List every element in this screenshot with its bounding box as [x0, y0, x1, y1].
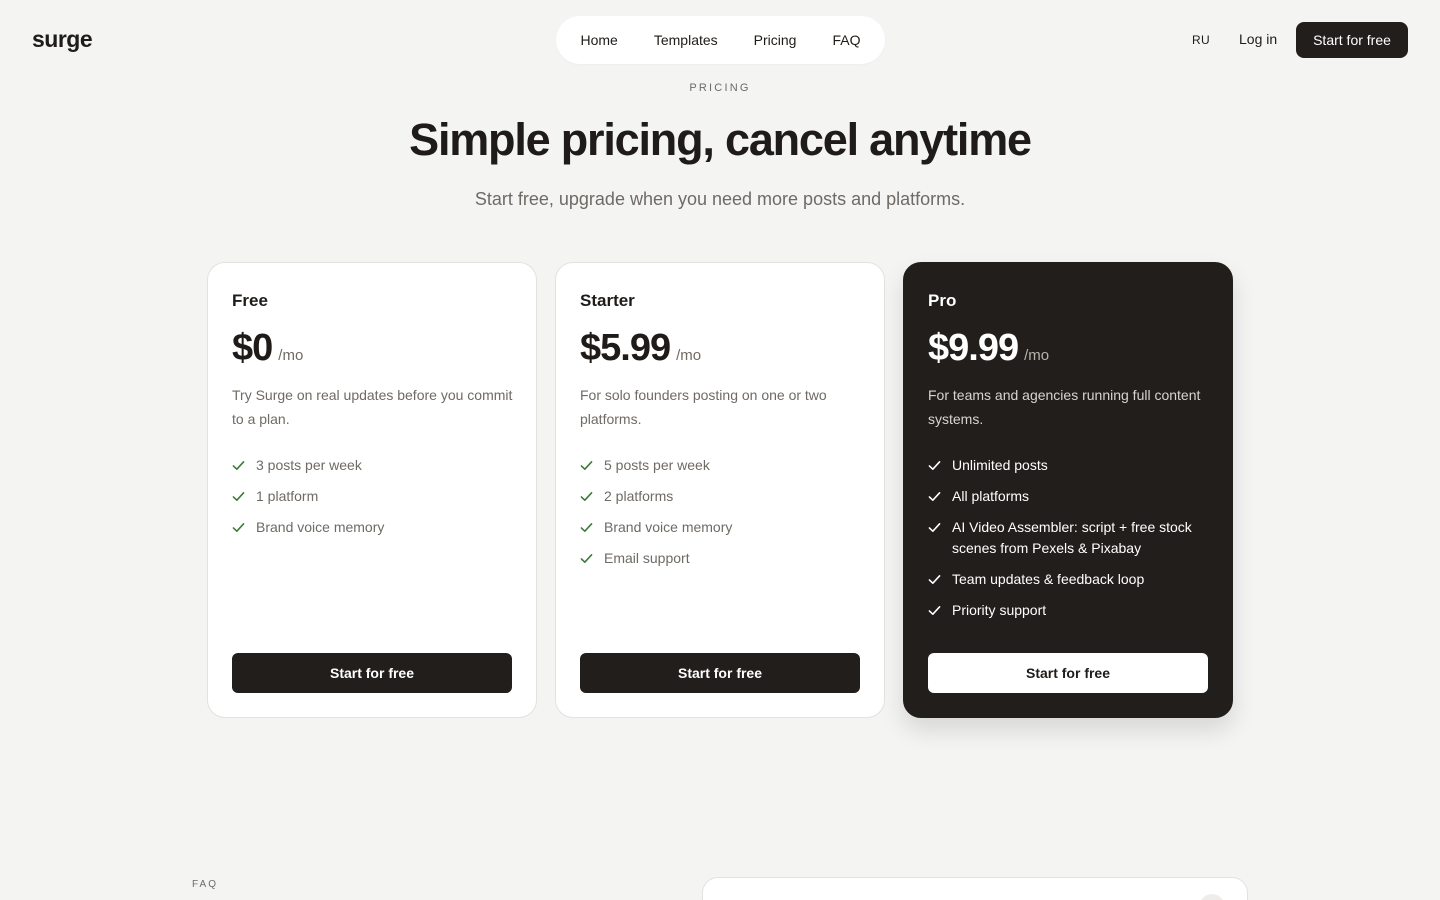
- plan-description: For solo founders posting on one or two …: [580, 387, 827, 427]
- faq-toggle-icon[interactable]: [1199, 894, 1225, 900]
- nav-pricing[interactable]: Pricing: [736, 16, 815, 64]
- faq-eyebrow: FAQ: [192, 879, 219, 890]
- main-nav: Home Templates Pricing FAQ: [556, 16, 885, 64]
- feature-item: Unlimited posts: [928, 455, 1210, 476]
- check-icon: [232, 455, 248, 476]
- plan-name: Pro: [928, 291, 957, 310]
- feature-text: 5 posts per week: [604, 457, 710, 473]
- check-icon: [580, 548, 596, 569]
- feature-item: 1 platform: [232, 486, 514, 507]
- feature-text: 1 platform: [256, 488, 319, 504]
- price-row: $0 /mo: [232, 327, 303, 370]
- feature-item: Team updates & feedback loop: [928, 569, 1210, 590]
- plan-description: For teams and agencies running full cont…: [928, 387, 1201, 427]
- check-icon: [580, 455, 596, 476]
- price-row: $9.99 /mo: [928, 327, 1049, 370]
- check-icon: [928, 517, 944, 538]
- price-row: $5.99 /mo: [580, 327, 701, 370]
- check-icon: [232, 517, 248, 538]
- check-icon: [580, 517, 596, 538]
- check-icon: [928, 455, 944, 476]
- feature-item: 2 platforms: [580, 486, 862, 507]
- pricing-eyebrow: PRICING: [689, 82, 751, 94]
- plan-period: /mo: [1024, 347, 1050, 364]
- page-title: Simple pricing, cancel anytime: [409, 114, 1032, 165]
- check-icon: [580, 486, 596, 507]
- feature-item: 3 posts per week: [232, 455, 514, 476]
- feature-item: Priority support: [928, 600, 1210, 621]
- plan-name: Free: [232, 291, 268, 310]
- plan-card-starter: Starter $5.99 /mo For solo founders post…: [555, 262, 885, 718]
- feature-item: AI Video Assembler: script + free stock …: [928, 517, 1210, 559]
- feature-text: 2 platforms: [604, 488, 674, 504]
- feature-item: Email support: [580, 548, 862, 569]
- feature-item: All platforms: [928, 486, 1210, 507]
- check-icon: [928, 569, 944, 590]
- feature-text: Brand voice memory: [604, 519, 733, 535]
- feature-item: Brand voice memory: [232, 517, 514, 538]
- feature-text: Email support: [604, 550, 690, 566]
- faq-item[interactable]: [702, 877, 1248, 900]
- plan-period: /mo: [278, 347, 304, 364]
- plan-price: $5.99: [580, 327, 671, 369]
- feature-list: 5 posts per week 2 platforms Brand voice…: [580, 455, 862, 579]
- feature-list: 3 posts per week 1 platform Brand voice …: [232, 455, 514, 548]
- feature-list: Unlimited posts All platforms AI Video A…: [928, 455, 1210, 631]
- feature-text: Brand voice memory: [256, 519, 385, 535]
- check-icon: [928, 600, 944, 621]
- feature-text: All platforms: [952, 488, 1030, 504]
- plan-price: $0: [232, 327, 273, 369]
- free-start-button[interactable]: Start for free: [232, 653, 512, 693]
- plan-description: Try Surge on real updates before you com…: [232, 387, 513, 427]
- login-link[interactable]: Log in: [1239, 31, 1277, 47]
- nav-templates[interactable]: Templates: [636, 16, 736, 64]
- plan-card-free: Free $0 /mo Try Surge on real updates be…: [207, 262, 537, 718]
- language-switcher[interactable]: RU: [1192, 33, 1210, 47]
- plan-card-pro: Pro $9.99 /mo For teams and agencies run…: [903, 262, 1233, 718]
- header-start-button[interactable]: Start for free: [1296, 22, 1408, 58]
- feature-text: AI Video Assembler: script + free stock …: [952, 519, 1192, 556]
- feature-text: Unlimited posts: [952, 457, 1048, 473]
- plan-name: Starter: [580, 291, 635, 310]
- nav-faq[interactable]: FAQ: [814, 16, 878, 64]
- plan-period: /mo: [676, 347, 702, 364]
- nav-home[interactable]: Home: [563, 16, 636, 64]
- check-icon: [928, 486, 944, 507]
- logo[interactable]: surge: [32, 26, 93, 53]
- page-subtitle: Start free, upgrade when you need more p…: [474, 189, 966, 209]
- pro-start-button[interactable]: Start for free: [928, 653, 1208, 693]
- plan-price: $9.99: [928, 327, 1019, 369]
- feature-text: Priority support: [952, 602, 1047, 618]
- feature-text: 3 posts per week: [256, 457, 362, 473]
- feature-text: Team updates & feedback loop: [952, 571, 1145, 587]
- check-icon: [232, 486, 248, 507]
- feature-item: 5 posts per week: [580, 455, 862, 476]
- starter-start-button[interactable]: Start for free: [580, 653, 860, 693]
- feature-item: Brand voice memory: [580, 517, 862, 538]
